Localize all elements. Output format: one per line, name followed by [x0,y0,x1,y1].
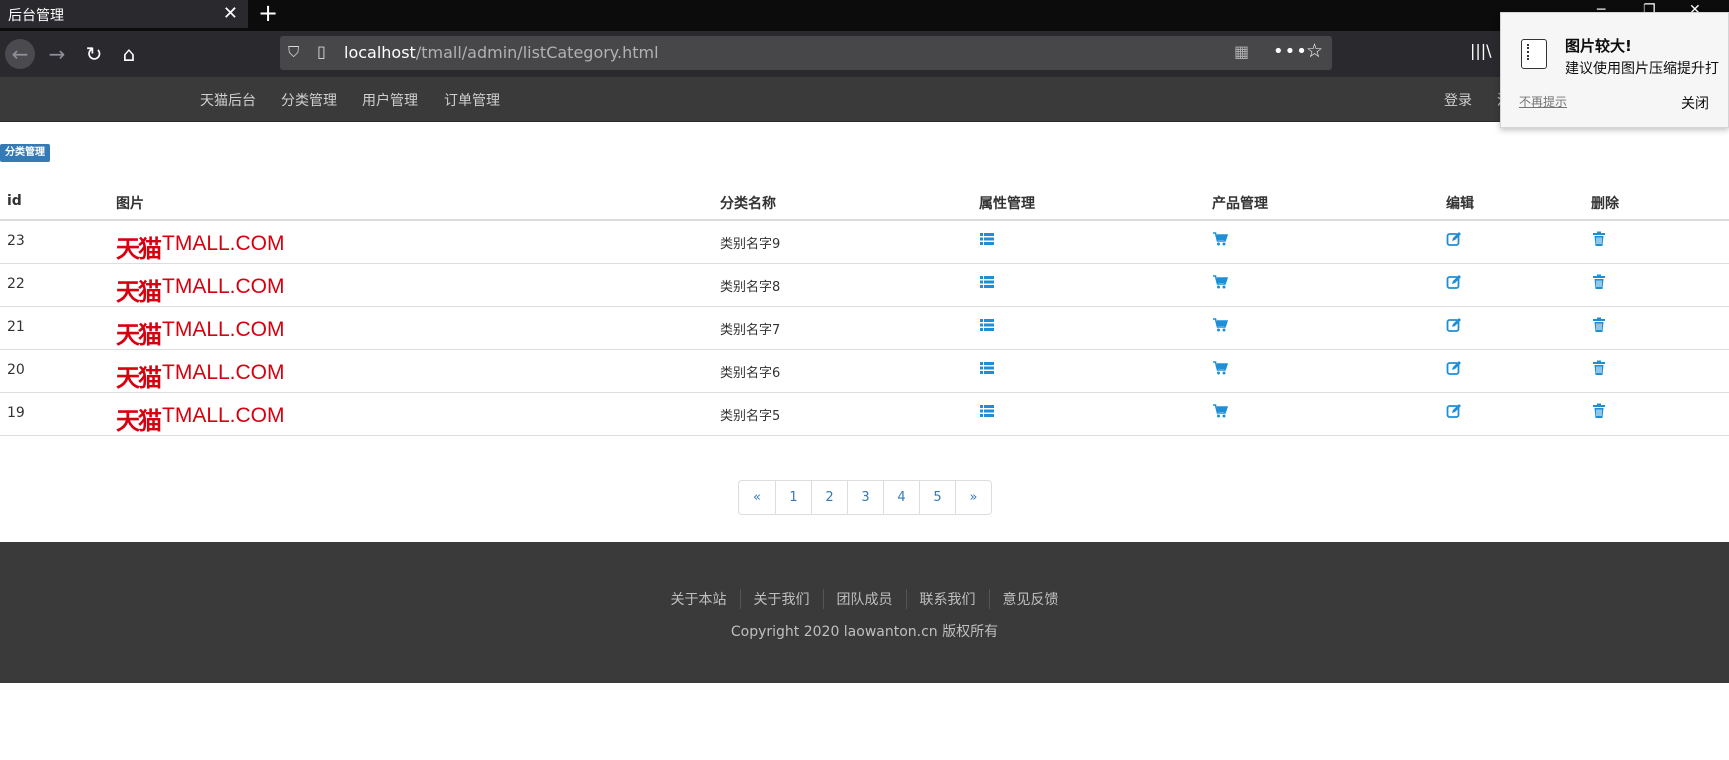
trash-icon[interactable] [1591,274,1607,290]
edit-icon[interactable] [1446,231,1462,247]
tab-title: 后台管理 [8,8,64,24]
footer-link[interactable]: 联系我们 [905,589,989,609]
new-tab-icon[interactable]: + [258,0,278,27]
row-id: 22 [7,276,25,292]
shopping-cart-icon[interactable] [1212,403,1229,419]
page-number-button[interactable]: 2 [811,481,847,514]
header-product: 产品管理 [1212,196,1268,212]
table-row: 20 天猫TMALL.COM 类别名字6 [0,350,1729,393]
list-icon[interactable] [979,231,995,247]
footer-link[interactable]: 意见反馈 [988,589,1072,609]
trash-icon[interactable] [1591,360,1607,376]
header-property: 属性管理 [979,196,1035,212]
footer-link[interactable]: 关于我们 [739,589,823,609]
page-number-button[interactable]: 5 [919,481,955,514]
notification-message: 建议使用图片压缩提升打 [1565,61,1719,77]
shopping-cart-icon[interactable] [1212,274,1229,290]
table-row: 23 天猫TMALL.COM 类别名字9 [0,221,1729,264]
pagination: «1 2 3 4 5» [738,480,992,515]
qr-code-icon[interactable]: ▦ [1234,42,1249,61]
page-actions-icon[interactable]: ••• [1273,41,1308,62]
library-icon[interactable]: |||\ [1470,41,1492,60]
site-footer: 关于本站 关于我们 团队成员 联系我们 意见反馈 Copyright 2020 laow… [0,542,1729,683]
browser-tab-bar: 后台管理 ✕ + ─ ❐ ✕ [0,0,1729,31]
row-id: 20 [7,362,25,378]
dont-show-again-link[interactable]: 不再提示 [1519,93,1567,110]
page-number-button[interactable]: 1 [775,481,811,514]
list-icon[interactable] [979,274,995,290]
nav-item-category[interactable]: 分类管理 [281,90,337,110]
row-category-name: 类别名字5 [720,409,781,424]
list-icon[interactable] [979,403,995,419]
notification-title: 图片较大! [1565,37,1632,55]
copyright-text: Copyright 2020 laowanton.cn 版权所有 [730,624,999,640]
edit-icon[interactable] [1446,360,1462,376]
tab-close-icon[interactable]: ✕ [223,3,238,24]
notification-close-button[interactable]: 关闭 [1681,93,1709,113]
table-header: id 图片 分类名称 属性管理 产品管理 编辑 删除 [0,185,1729,221]
list-icon[interactable] [979,360,995,376]
login-link[interactable]: 登录 [1444,90,1472,110]
forward-icon[interactable]: → [42,39,72,69]
footer-links: 关于本站 关于我们 团队成员 联系我们 意见反馈 [0,589,1729,609]
trash-icon[interactable] [1591,231,1607,247]
header-image: 图片 [116,196,144,212]
shopping-cart-icon[interactable] [1212,317,1229,333]
back-icon[interactable]: ← [5,39,35,69]
browser-tab[interactable]: 后台管理 ✕ [0,0,248,28]
address-bar[interactable]: ⛉ ▯ localhost/tmall/admin/listCategory.h… [280,36,1332,70]
footer-link[interactable]: 团队成员 [822,589,906,609]
site-top-nav: 天猫后台 分类管理 用户管理 订单管理 登录 注 [0,77,1729,122]
page-badge: 分类管理 [0,144,50,162]
shield-icon[interactable]: ⛉ [288,43,299,61]
header-id: id [7,193,22,209]
browser-toolbar: ← → ↻ ⌂ ⛉ ▯ localhost/tmall/admin/listCa… [0,31,1729,77]
nav-item-tmall-admin[interactable]: 天猫后台 [200,90,256,110]
table-row: 22 天猫TMALL.COM 类别名字8 [0,264,1729,307]
nav-item-users[interactable]: 用户管理 [362,90,418,110]
header-delete: 删除 [1591,196,1619,212]
row-id: 23 [7,233,25,249]
header-name: 分类名称 [720,196,776,212]
tmall-logo-image: 天猫TMALL.COM [116,404,285,435]
row-category-name: 类别名字9 [720,237,781,252]
page-number-button[interactable]: 4 [883,481,919,514]
shopping-cart-icon[interactable] [1212,360,1229,376]
table-row: 21 天猫TMALL.COM 类别名字7 [0,307,1729,350]
bookmark-star-icon[interactable]: ☆ [1306,40,1323,62]
tmall-logo-image: 天猫TMALL.COM [116,361,285,392]
edit-icon[interactable] [1446,274,1462,290]
footer-link[interactable]: 关于本站 [658,589,740,609]
row-id: 19 [7,405,25,421]
edit-icon[interactable] [1446,317,1462,333]
list-icon[interactable] [979,317,995,333]
page-icon[interactable]: ▯ [317,42,326,61]
trash-icon[interactable] [1591,403,1607,419]
zip-file-icon [1521,39,1547,69]
url-text[interactable]: localhost/tmall/admin/listCategory.html [344,43,659,62]
tmall-logo-image: 天猫TMALL.COM [116,275,285,306]
row-category-name: 类别名字7 [720,323,781,338]
home-icon[interactable]: ⌂ [114,39,144,69]
nav-item-orders[interactable]: 订单管理 [444,90,500,110]
row-id: 21 [7,319,25,335]
tmall-logo-image: 天猫TMALL.COM [116,232,285,263]
category-table: id 图片 分类名称 属性管理 产品管理 编辑 删除 23 天猫TMALL.CO… [0,185,1729,436]
trash-icon[interactable] [1591,317,1607,333]
row-category-name: 类别名字6 [720,366,781,381]
page-prev-button[interactable]: « [739,481,775,514]
edit-icon[interactable] [1446,403,1462,419]
shopping-cart-icon[interactable] [1212,231,1229,247]
row-category-name: 类别名字8 [720,280,781,295]
header-edit: 编辑 [1446,196,1474,212]
page-number-button[interactable]: 3 [847,481,883,514]
tmall-logo-image: 天猫TMALL.COM [116,318,285,349]
reload-icon[interactable]: ↻ [79,39,109,69]
table-row: 19 天猫TMALL.COM 类别名字5 [0,393,1729,436]
notification-popup: 图片较大! 建议使用图片压缩提升打 不再提示 关闭 [1500,12,1729,128]
page-next-button[interactable]: » [955,481,991,514]
